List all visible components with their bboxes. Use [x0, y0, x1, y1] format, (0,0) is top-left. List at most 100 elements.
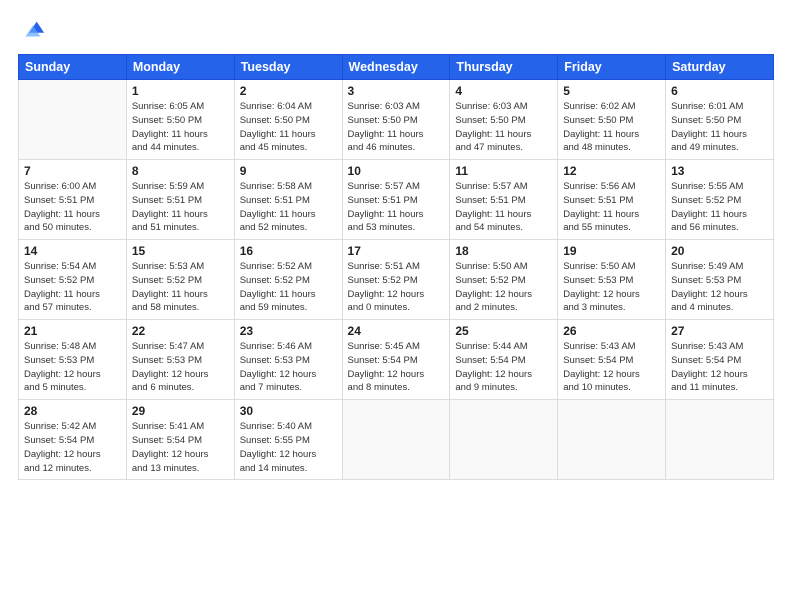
day-info: Sunrise: 5:41 AMSunset: 5:54 PMDaylight:… — [132, 420, 229, 475]
day-number: 13 — [671, 164, 768, 178]
calendar-cell: 13 Sunrise: 5:55 AMSunset: 5:52 PMDayligh… — [666, 160, 774, 240]
logo-icon — [18, 16, 46, 44]
day-number: 8 — [132, 164, 229, 178]
day-number: 28 — [24, 404, 121, 418]
day-number: 5 — [563, 84, 660, 98]
day-number: 20 — [671, 244, 768, 258]
col-header-wednesday: Wednesday — [342, 55, 450, 80]
calendar-cell: 30Sunrise: 5:40 AMSunset: 5:55 PMDayligh… — [234, 400, 342, 480]
calendar-cell: 9 Sunrise: 5:58 AMSunset: 5:51 PMDaylight… — [234, 160, 342, 240]
day-info: Sunrise: 5:55 AMSunset: 5:52 PMDaylight:… — [671, 180, 768, 235]
day-number: 4 — [455, 84, 552, 98]
calendar-cell — [342, 400, 450, 480]
week-row-1: 1 Sunrise: 6:05 AMSunset: 5:50 PMDaylight… — [19, 80, 774, 160]
week-row-5: 28 Sunrise: 5:42 AMSunset: 5:54 PMDayligh… — [19, 400, 774, 480]
day-info: Sunrise: 5:43 AMSunset: 5:54 PMDaylight:… — [671, 340, 768, 395]
calendar-cell: 14 Sunrise: 5:54 AMSunset: 5:52 PMDayligh… — [19, 240, 127, 320]
day-info: Sunrise: 6:01 AMSunset: 5:50 PMDaylight:… — [671, 100, 768, 155]
day-info: Sunrise: 5:43 AMSunset: 5:54 PMDaylight:… — [563, 340, 660, 395]
day-info: Sunrise: 6:03 AMSunset: 5:50 PMDaylight:… — [455, 100, 552, 155]
day-info: Sunrise: 5:53 AMSunset: 5:52 PMDaylight:… — [132, 260, 229, 315]
logo — [18, 16, 50, 44]
day-number: 18 — [455, 244, 552, 258]
calendar-cell: 19 Sunrise: 5:50 AMSunset: 5:53 PMDayligh… — [558, 240, 666, 320]
calendar-cell — [558, 400, 666, 480]
calendar-cell: 2Sunrise: 6:04 AMSunset: 5:50 PMDaylight… — [234, 80, 342, 160]
col-header-thursday: Thursday — [450, 55, 558, 80]
day-info: Sunrise: 5:44 AMSunset: 5:54 PMDaylight:… — [455, 340, 552, 395]
day-info: Sunrise: 6:04 AMSunset: 5:50 PMDaylight:… — [240, 100, 337, 155]
day-number: 11 — [455, 164, 552, 178]
day-info: Sunrise: 5:45 AMSunset: 5:54 PMDaylight:… — [348, 340, 445, 395]
calendar-cell: 29 Sunrise: 5:41 AMSunset: 5:54 PMDayligh… — [126, 400, 234, 480]
day-number: 22 — [132, 324, 229, 338]
calendar-cell — [19, 80, 127, 160]
day-number: 9 — [240, 164, 337, 178]
day-info: Sunrise: 5:59 AMSunset: 5:51 PMDaylight:… — [132, 180, 229, 235]
day-number: 6 — [671, 84, 768, 98]
day-info: Sunrise: 5:50 AMSunset: 5:53 PMDaylight:… — [563, 260, 660, 315]
col-header-saturday: Saturday — [666, 55, 774, 80]
calendar: SundayMondayTuesdayWednesdayThursdayFrid… — [18, 54, 774, 480]
calendar-cell: 21 Sunrise: 5:48 AMSunset: 5:53 PMDayligh… — [19, 320, 127, 400]
header-row: SundayMondayTuesdayWednesdayThursdayFrid… — [19, 55, 774, 80]
calendar-cell: 8 Sunrise: 5:59 AMSunset: 5:51 PMDaylight… — [126, 160, 234, 240]
calendar-cell — [666, 400, 774, 480]
day-info: Sunrise: 5:56 AMSunset: 5:51 PMDaylight:… — [563, 180, 660, 235]
calendar-cell — [450, 400, 558, 480]
calendar-cell: 6 Sunrise: 6:01 AMSunset: 5:50 PMDaylight… — [666, 80, 774, 160]
calendar-cell: 4 Sunrise: 6:03 AMSunset: 5:50 PMDaylight… — [450, 80, 558, 160]
day-number: 21 — [24, 324, 121, 338]
calendar-cell: 20 Sunrise: 5:49 AMSunset: 5:53 PMDayligh… — [666, 240, 774, 320]
day-info: Sunrise: 5:58 AMSunset: 5:51 PMDaylight:… — [240, 180, 337, 235]
day-number: 27 — [671, 324, 768, 338]
day-info: Sunrise: 5:47 AMSunset: 5:53 PMDaylight:… — [132, 340, 229, 395]
calendar-cell: 25Sunrise: 5:44 AMSunset: 5:54 PMDayligh… — [450, 320, 558, 400]
calendar-cell: 17Sunrise: 5:51 AMSunset: 5:52 PMDayligh… — [342, 240, 450, 320]
calendar-cell: 23 Sunrise: 5:46 AMSunset: 5:53 PMDayligh… — [234, 320, 342, 400]
day-number: 26 — [563, 324, 660, 338]
day-number: 15 — [132, 244, 229, 258]
day-number: 14 — [24, 244, 121, 258]
day-info: Sunrise: 5:46 AMSunset: 5:53 PMDaylight:… — [240, 340, 337, 395]
day-info: Sunrise: 6:02 AMSunset: 5:50 PMDaylight:… — [563, 100, 660, 155]
calendar-cell: 16 Sunrise: 5:52 AMSunset: 5:52 PMDayligh… — [234, 240, 342, 320]
col-header-friday: Friday — [558, 55, 666, 80]
week-row-2: 7 Sunrise: 6:00 AMSunset: 5:51 PMDaylight… — [19, 160, 774, 240]
calendar-cell: 22 Sunrise: 5:47 AMSunset: 5:53 PMDayligh… — [126, 320, 234, 400]
day-info: Sunrise: 5:49 AMSunset: 5:53 PMDaylight:… — [671, 260, 768, 315]
calendar-cell: 12Sunrise: 5:56 AMSunset: 5:51 PMDayligh… — [558, 160, 666, 240]
day-number: 1 — [132, 84, 229, 98]
day-info: Sunrise: 5:57 AMSunset: 5:51 PMDaylight:… — [348, 180, 445, 235]
calendar-cell: 10 Sunrise: 5:57 AMSunset: 5:51 PMDayligh… — [342, 160, 450, 240]
day-info: Sunrise: 6:05 AMSunset: 5:50 PMDaylight:… — [132, 100, 229, 155]
day-info: Sunrise: 5:50 AMSunset: 5:52 PMDaylight:… — [455, 260, 552, 315]
calendar-cell: 15 Sunrise: 5:53 AMSunset: 5:52 PMDayligh… — [126, 240, 234, 320]
day-info: Sunrise: 5:52 AMSunset: 5:52 PMDaylight:… — [240, 260, 337, 315]
day-info: Sunrise: 5:48 AMSunset: 5:53 PMDaylight:… — [24, 340, 121, 395]
day-number: 7 — [24, 164, 121, 178]
day-info: Sunrise: 6:00 AMSunset: 5:51 PMDaylight:… — [24, 180, 121, 235]
day-info: Sunrise: 5:54 AMSunset: 5:52 PMDaylight:… — [24, 260, 121, 315]
col-header-tuesday: Tuesday — [234, 55, 342, 80]
calendar-cell: 28 Sunrise: 5:42 AMSunset: 5:54 PMDayligh… — [19, 400, 127, 480]
day-number: 24 — [348, 324, 445, 338]
day-number: 29 — [132, 404, 229, 418]
day-number: 30 — [240, 404, 337, 418]
day-number: 10 — [348, 164, 445, 178]
calendar-cell: 26 Sunrise: 5:43 AMSunset: 5:54 PMDayligh… — [558, 320, 666, 400]
day-number: 17 — [348, 244, 445, 258]
day-number: 19 — [563, 244, 660, 258]
col-header-monday: Monday — [126, 55, 234, 80]
day-info: Sunrise: 5:57 AMSunset: 5:51 PMDaylight:… — [455, 180, 552, 235]
day-number: 16 — [240, 244, 337, 258]
week-row-3: 14 Sunrise: 5:54 AMSunset: 5:52 PMDayligh… — [19, 240, 774, 320]
calendar-cell: 18 Sunrise: 5:50 AMSunset: 5:52 PMDayligh… — [450, 240, 558, 320]
day-number: 23 — [240, 324, 337, 338]
header — [18, 16, 774, 44]
calendar-cell: 11 Sunrise: 5:57 AMSunset: 5:51 PMDayligh… — [450, 160, 558, 240]
calendar-cell: 24 Sunrise: 5:45 AMSunset: 5:54 PMDayligh… — [342, 320, 450, 400]
day-info: Sunrise: 5:42 AMSunset: 5:54 PMDaylight:… — [24, 420, 121, 475]
day-info: Sunrise: 6:03 AMSunset: 5:50 PMDaylight:… — [348, 100, 445, 155]
calendar-cell: 5 Sunrise: 6:02 AMSunset: 5:50 PMDaylight… — [558, 80, 666, 160]
